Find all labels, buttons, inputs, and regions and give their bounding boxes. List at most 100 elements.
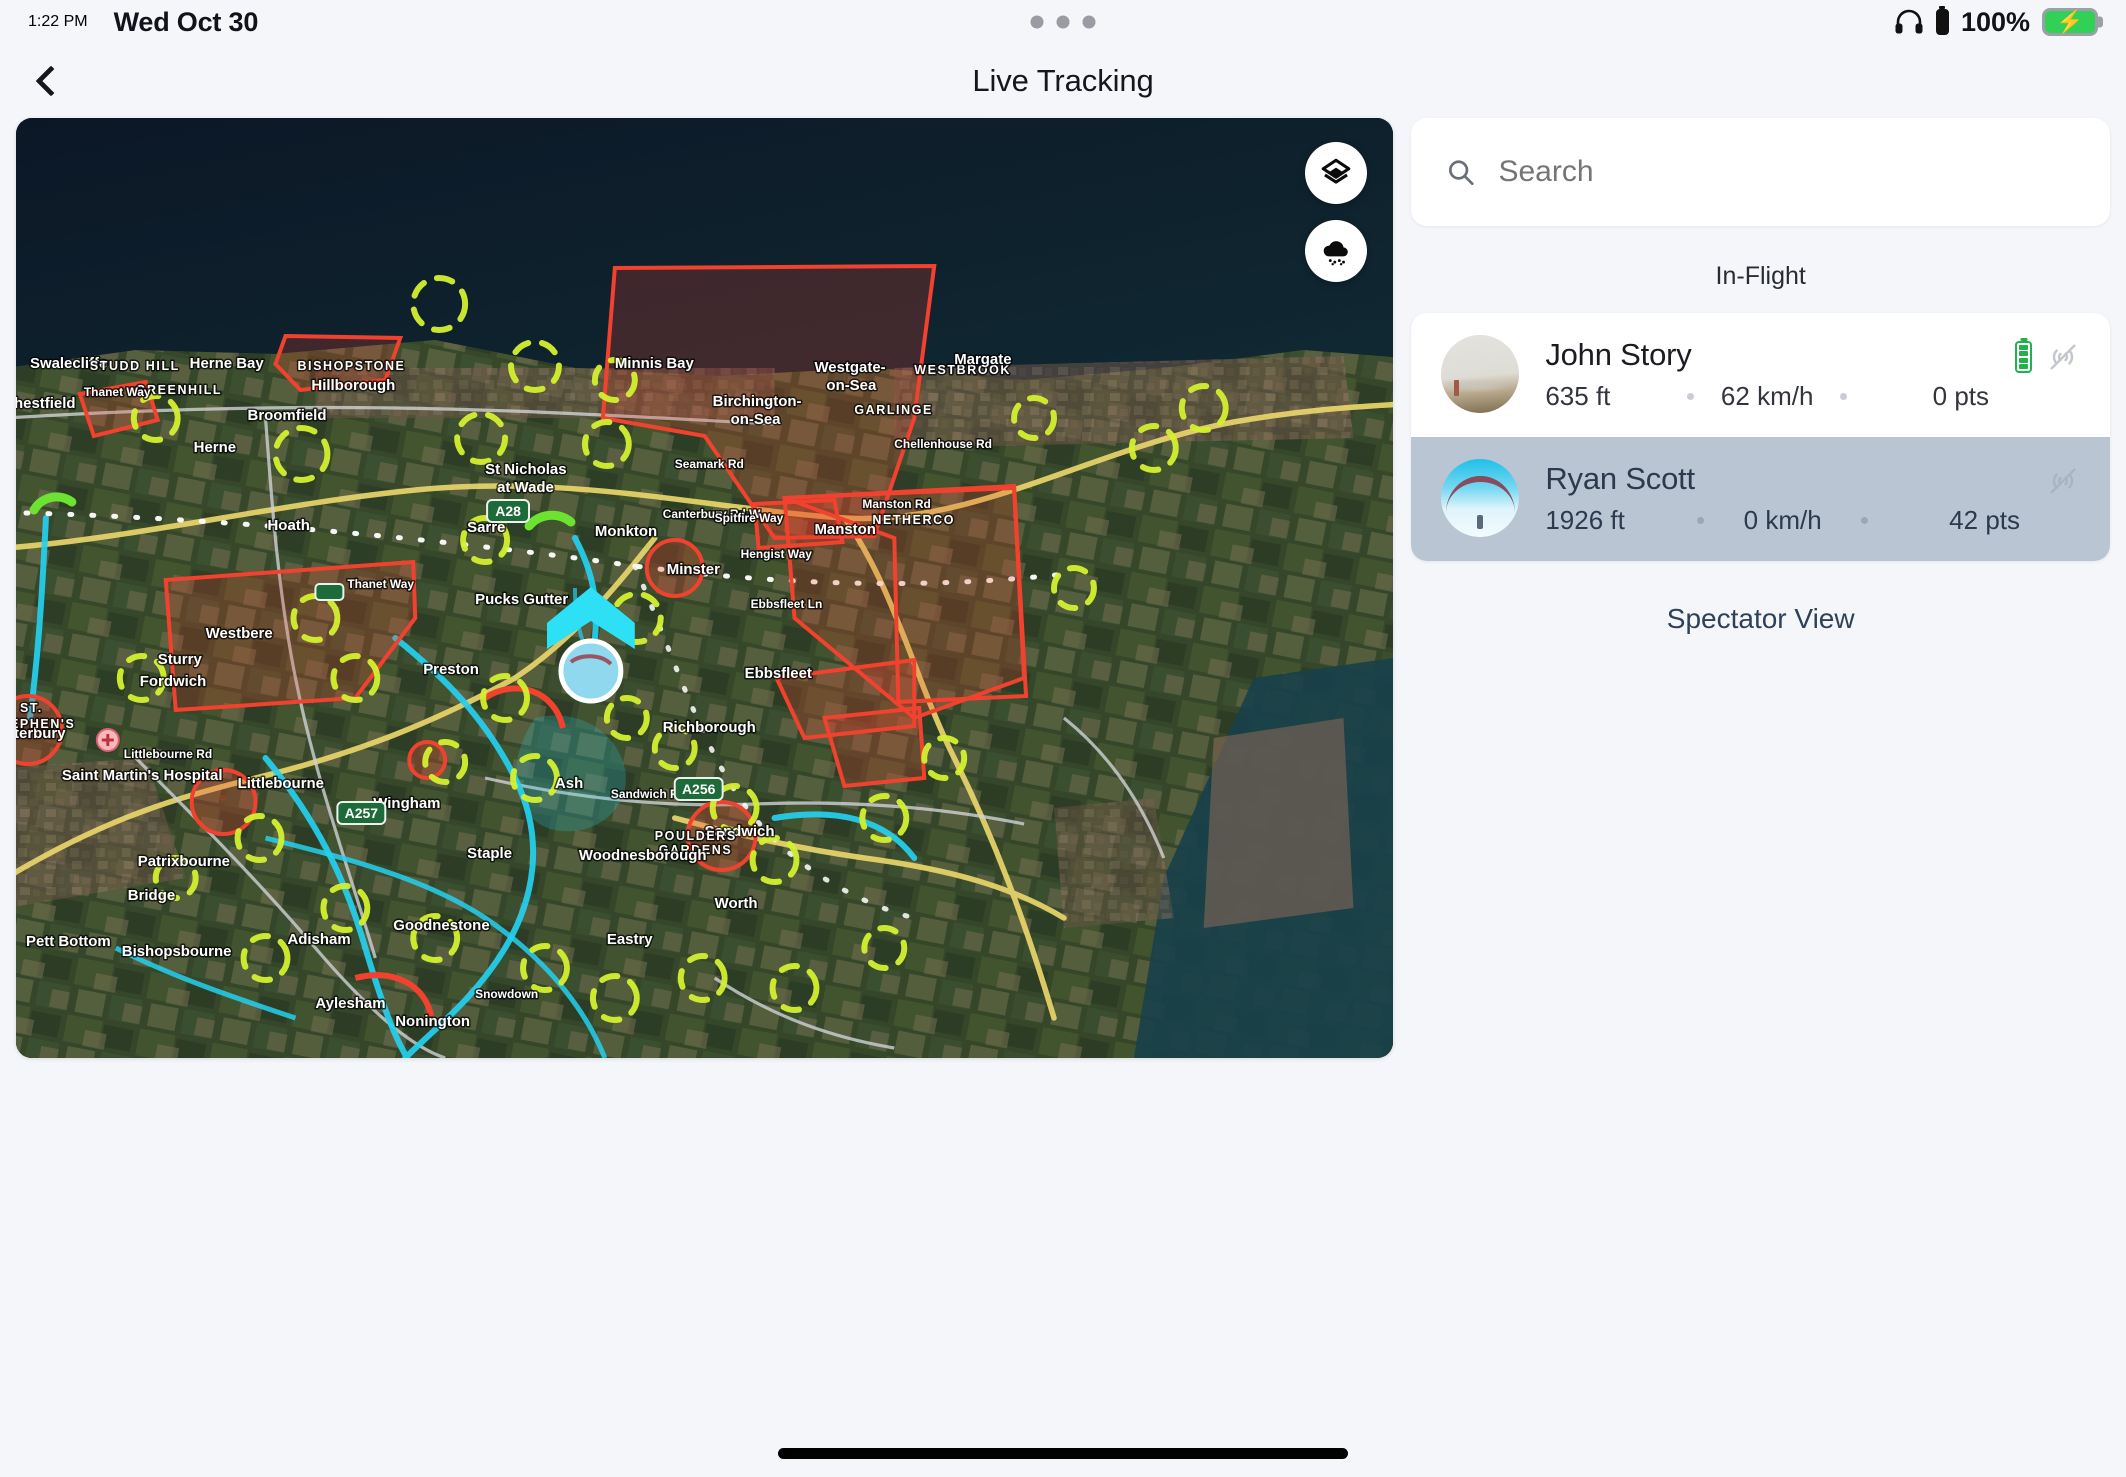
svg-text:Littlebourne: Littlebourne bbox=[238, 775, 324, 792]
svg-text:BISHOPSTONE: BISHOPSTONE bbox=[297, 359, 405, 373]
multitasking-dots-icon[interactable] bbox=[1030, 15, 1096, 29]
svg-text:hestfield: hestfield bbox=[16, 395, 76, 412]
dot bbox=[1056, 15, 1070, 29]
svg-text:Manston: Manston bbox=[814, 521, 875, 538]
no-signal-icon bbox=[2050, 344, 2076, 370]
svg-text:Hengist Way: Hengist Way bbox=[741, 547, 813, 561]
map-controls bbox=[1305, 142, 1368, 282]
search-input[interactable] bbox=[1498, 155, 2076, 189]
svg-text:Chellenhouse Rd: Chellenhouse Rd bbox=[894, 437, 992, 451]
navigation-bar: Live Tracking bbox=[0, 44, 2126, 118]
svg-text:EPHEN'S: EPHEN'S bbox=[16, 717, 75, 731]
back-chevron-icon bbox=[35, 65, 67, 97]
svg-text:Saint Martin's Hospital: Saint Martin's Hospital bbox=[62, 767, 223, 784]
svg-text:Eastry: Eastry bbox=[607, 931, 653, 948]
cloud-rain-icon bbox=[1324, 241, 1349, 266]
svg-text:Hoath: Hoath bbox=[268, 517, 310, 534]
no-signal-icon bbox=[2050, 468, 2076, 494]
svg-text:NETHERCO: NETHERCO bbox=[872, 513, 955, 527]
pilot-speed: 62 km/h bbox=[1720, 380, 1814, 411]
svg-text:Westgate-: Westgate- bbox=[814, 359, 885, 376]
stat-separator-dot bbox=[1840, 392, 1848, 400]
svg-text:STUDD HILL: STUDD HILL bbox=[90, 359, 180, 373]
pilot-info: John Story 635 ft 62 km/h 0 pts bbox=[1545, 337, 1989, 412]
status-date: Wed Oct 30 bbox=[113, 6, 259, 37]
svg-text:Seamark Rd: Seamark Rd bbox=[675, 457, 744, 471]
pilot-stats: 635 ft 62 km/h 0 pts bbox=[1545, 381, 1989, 412]
pilot-altitude: 1926 ft bbox=[1545, 504, 1625, 535]
status-bar-left: 1:22 PM bbox=[28, 13, 88, 31]
spectator-view-button[interactable]: Spectator View bbox=[1411, 561, 2110, 635]
svg-text:Pett Bottom: Pett Bottom bbox=[26, 933, 111, 950]
map-view[interactable]: Swalecliffe STUDD HILL Herne Bay GREENHI… bbox=[16, 118, 1394, 1058]
pilot-list: John Story 635 ft 62 km/h 0 pts Ryan Sco… bbox=[1411, 313, 2110, 561]
svg-text:Aylesham: Aylesham bbox=[315, 995, 385, 1012]
svg-text:Thanet Way: Thanet Way bbox=[347, 577, 414, 591]
svg-text:Herne Bay: Herne Bay bbox=[190, 355, 265, 372]
home-indicator[interactable] bbox=[778, 1448, 1348, 1459]
layers-button[interactable] bbox=[1305, 142, 1368, 204]
main-content: Swalecliffe STUDD HILL Herne Bay GREENHI… bbox=[0, 118, 2126, 1418]
status-time: 1:22 PM bbox=[28, 13, 88, 30]
svg-text:Goodnestone: Goodnestone bbox=[393, 917, 489, 934]
svg-text:Adisham: Adisham bbox=[287, 931, 350, 948]
stat-separator-dot bbox=[1697, 516, 1705, 524]
svg-text:Birchington-: Birchington- bbox=[713, 393, 802, 410]
svg-text:Patrixbourne: Patrixbourne bbox=[138, 853, 230, 870]
pilot-stats: 1926 ft 0 km/h 42 pts bbox=[1545, 505, 2020, 536]
svg-text:on-Sea: on-Sea bbox=[826, 377, 877, 394]
dot bbox=[1082, 15, 1096, 29]
svg-text:Minnis Bay: Minnis Bay bbox=[615, 355, 695, 372]
svg-text:Worth: Worth bbox=[715, 895, 758, 912]
stat-separator-dot bbox=[1687, 392, 1695, 400]
pilot-speed: 0 km/h bbox=[1743, 504, 1822, 535]
section-header-in-flight: In-Flight bbox=[1715, 262, 1806, 290]
svg-text:Richborough: Richborough bbox=[663, 719, 756, 736]
pilot-points: 42 pts bbox=[1949, 504, 2020, 535]
battery-full-icon bbox=[2015, 341, 2032, 373]
svg-text:Sturry: Sturry bbox=[158, 651, 203, 668]
svg-text:Preston: Preston bbox=[423, 661, 479, 678]
status-bar-right: 100% ⚡ bbox=[1894, 7, 2098, 38]
avatar bbox=[1441, 335, 1520, 413]
svg-text:ST.: ST. bbox=[20, 701, 43, 715]
stat-separator-dot bbox=[1860, 516, 1868, 524]
pilot-row-ryan-scott[interactable]: Ryan Scott 1926 ft 0 km/h 42 pts bbox=[1411, 437, 2110, 561]
svg-text:Pucks Gutter: Pucks Gutter bbox=[475, 591, 568, 608]
map-canvas: Swalecliffe STUDD HILL Herne Bay GREENHI… bbox=[16, 118, 1394, 1058]
svg-text:Staple: Staple bbox=[467, 845, 512, 862]
svg-text:St Nicholas: St Nicholas bbox=[485, 461, 566, 478]
svg-text:A28: A28 bbox=[495, 503, 521, 519]
svg-text:A256: A256 bbox=[682, 781, 716, 797]
pilot-marker-avatar bbox=[558, 638, 624, 704]
pilot-name: Ryan Scott bbox=[1545, 460, 1695, 496]
avatar bbox=[1441, 459, 1520, 537]
svg-text:Westbere: Westbere bbox=[206, 625, 273, 642]
svg-text:Littlebourne Rd: Littlebourne Rd bbox=[124, 747, 212, 761]
svg-text:GARLINGE: GARLINGE bbox=[854, 403, 933, 417]
headphone-battery-icon bbox=[1935, 9, 1949, 35]
sidebar: In-Flight John Story 635 ft 62 km/h 0 pt… bbox=[1411, 118, 2110, 1418]
weather-button[interactable] bbox=[1305, 220, 1368, 282]
pilot-points: 0 pts bbox=[1932, 380, 1990, 411]
svg-text:Snowdown: Snowdown bbox=[475, 987, 538, 1001]
pilot-row-john-story[interactable]: John Story 635 ft 62 km/h 0 pts bbox=[1411, 313, 2110, 437]
svg-text:A257: A257 bbox=[345, 805, 379, 821]
search-icon bbox=[1449, 160, 1474, 186]
svg-text:Ash: Ash bbox=[555, 775, 583, 792]
svg-text:Bridge: Bridge bbox=[128, 887, 175, 904]
search-bar[interactable] bbox=[1411, 118, 2110, 226]
svg-text:POULDERS: POULDERS bbox=[655, 829, 737, 843]
svg-text:Ebbsfleet Ln: Ebbsfleet Ln bbox=[751, 597, 823, 611]
svg-text:Hillborough: Hillborough bbox=[311, 377, 395, 394]
pilot-altitude: 635 ft bbox=[1545, 380, 1611, 411]
svg-text:Herne: Herne bbox=[194, 439, 236, 456]
dot bbox=[1030, 15, 1044, 29]
svg-text:Minster: Minster bbox=[667, 561, 720, 578]
svg-text:Thanet Way: Thanet Way bbox=[84, 385, 151, 399]
svg-text:Bishopsbourne: Bishopsbourne bbox=[122, 943, 232, 960]
pilot-status-icons bbox=[2046, 459, 2080, 501]
headphones-icon bbox=[1895, 9, 1923, 34]
back-button[interactable] bbox=[20, 50, 82, 112]
svg-text:Woodnesborough: Woodnesborough bbox=[579, 847, 707, 864]
